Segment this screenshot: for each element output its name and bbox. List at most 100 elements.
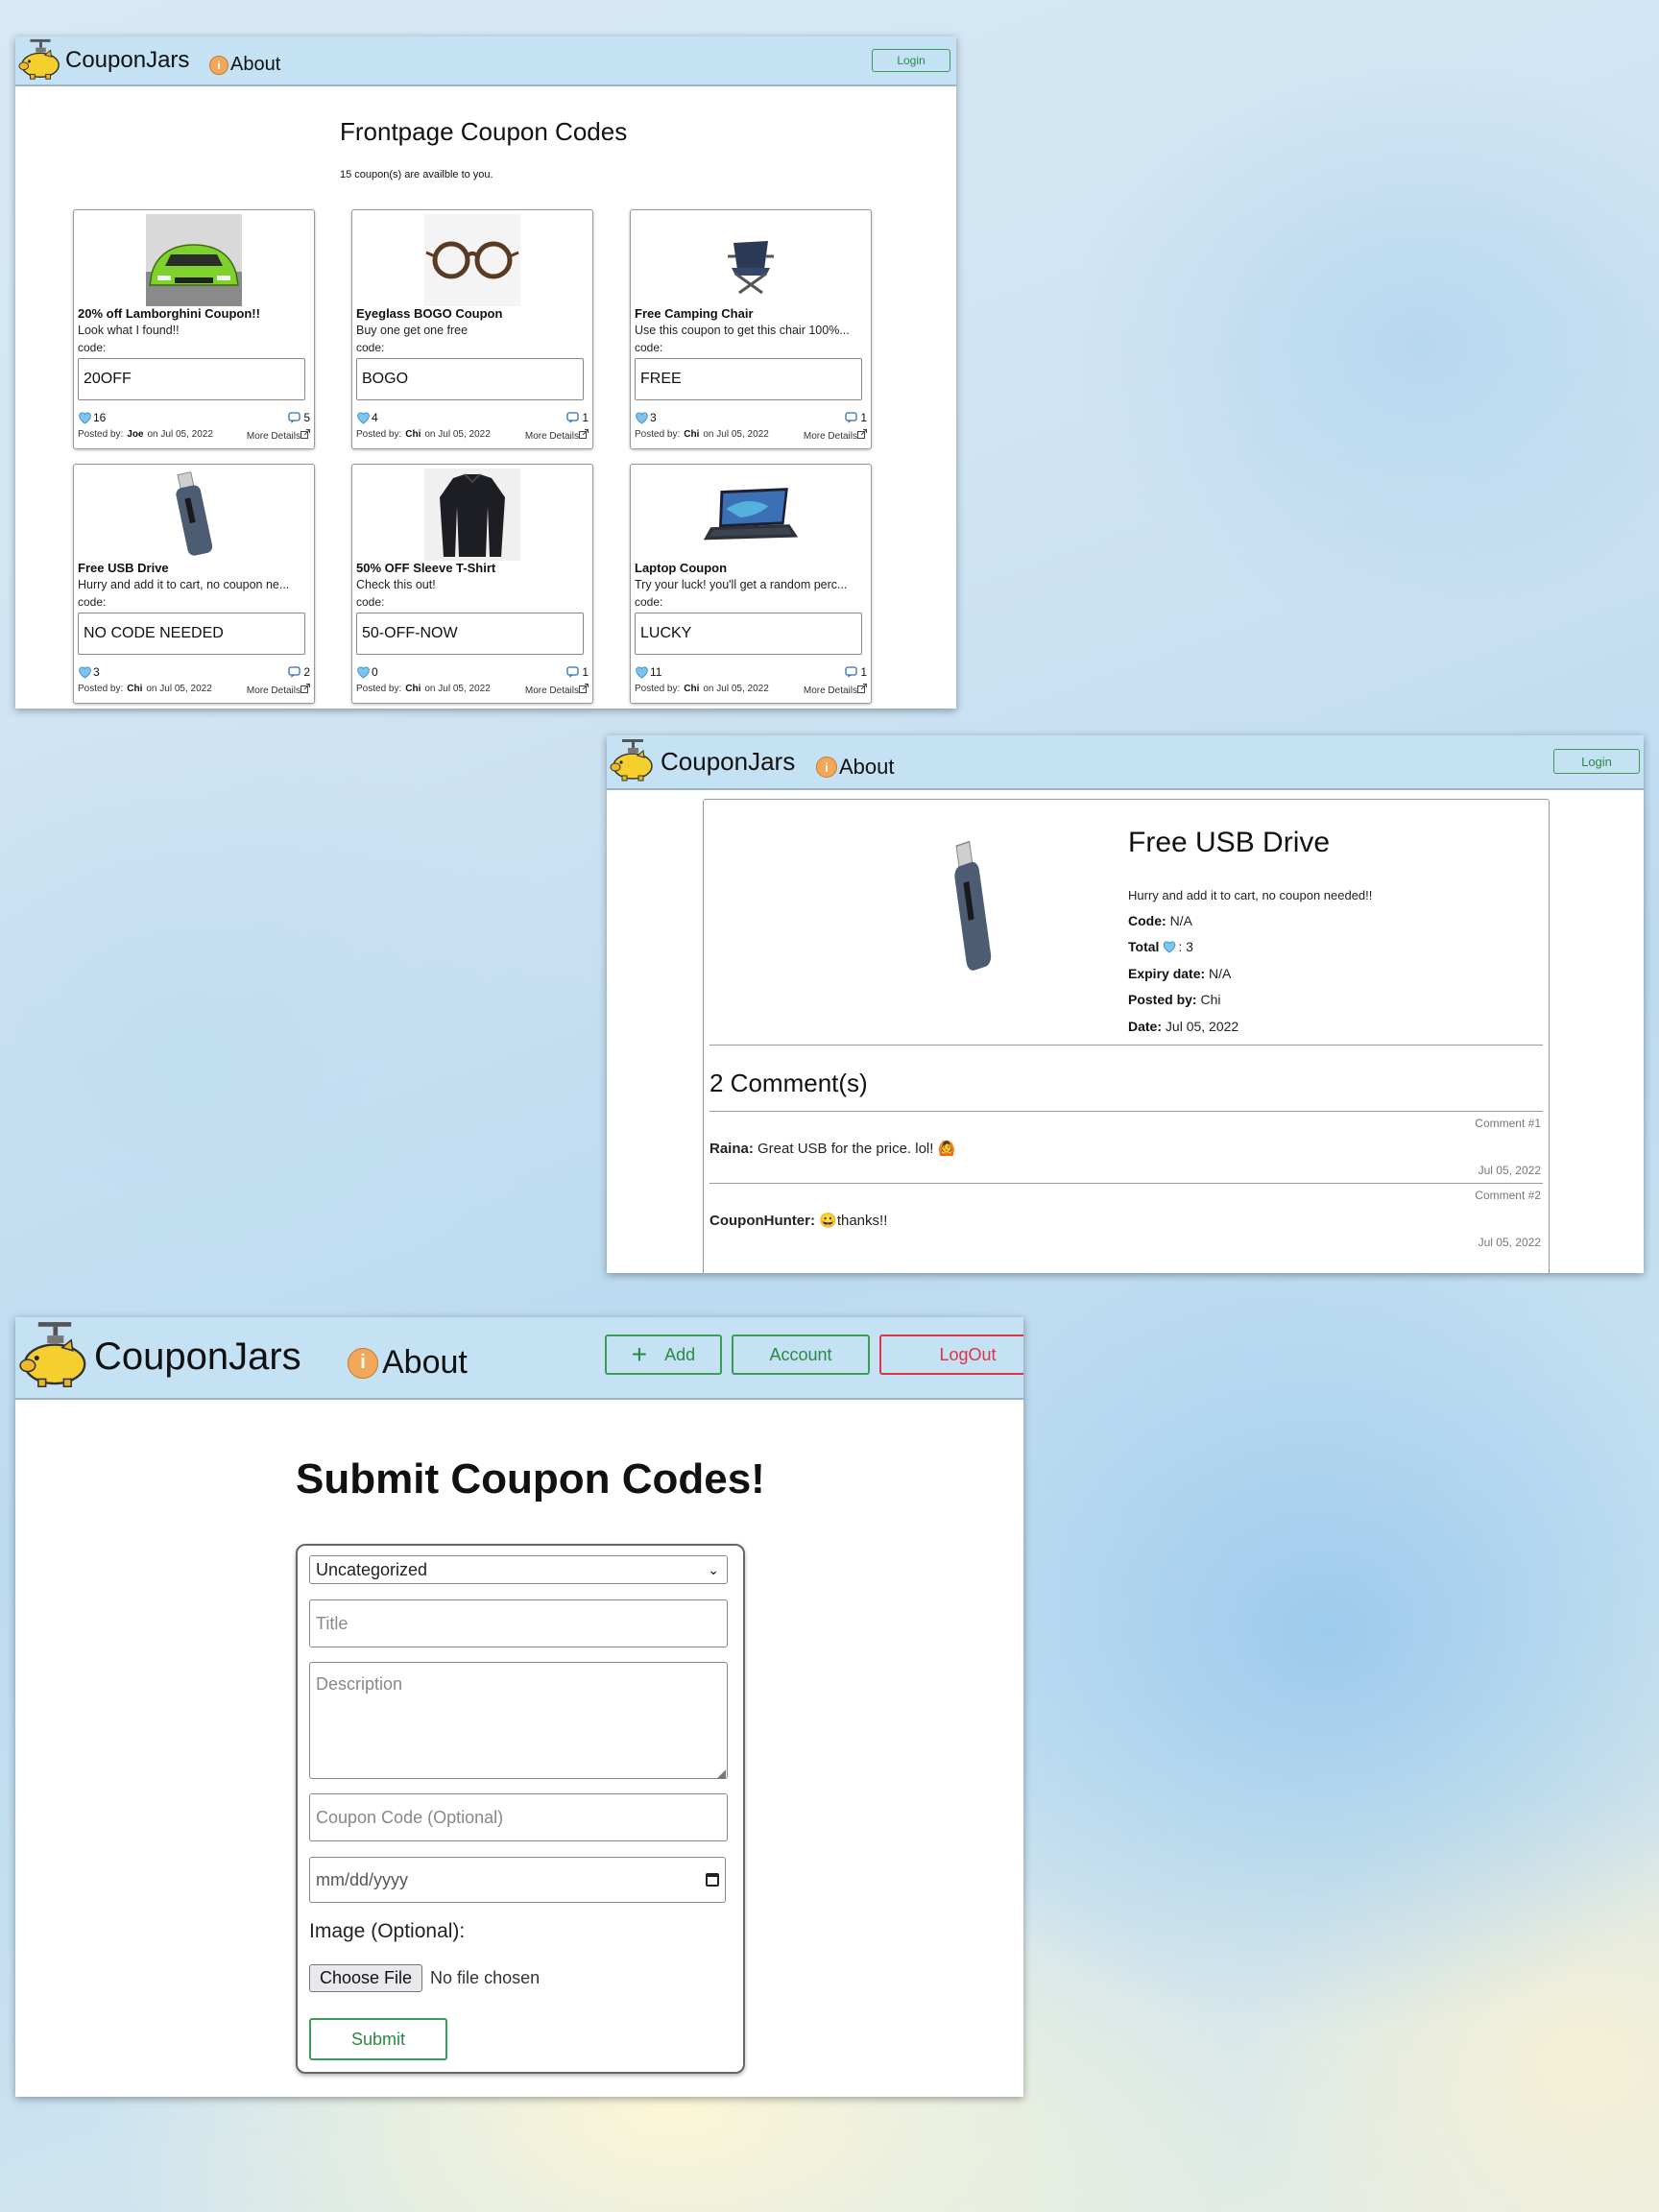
expiry-date-input[interactable]: mm/dd/yyyy	[309, 1857, 726, 1903]
posted-date: Jul 05, 2022	[438, 429, 491, 440]
camping-chair-image	[703, 214, 799, 306]
nav-about-link[interactable]: i About	[816, 755, 895, 780]
more-details-label: More Details	[803, 431, 857, 442]
date-value: Jul 05, 2022	[1165, 1019, 1239, 1034]
add-button[interactable]: + Add	[605, 1334, 722, 1375]
brand-link[interactable]: CouponJars	[17, 38, 189, 83]
like-button[interactable]: 16	[78, 411, 106, 424]
more-details-link[interactable]: More Details	[247, 429, 310, 442]
description-textarea[interactable]: Description ◢	[309, 1662, 728, 1780]
chevron-down-icon: ⌄	[708, 1561, 719, 1577]
login-button[interactable]: Login	[872, 49, 950, 72]
coupon-card[interactable]: Free USB Drive Hurry and add it to cart,…	[73, 464, 315, 704]
comment-user: CouponHunter:	[709, 1213, 815, 1229]
on-label: on	[424, 429, 436, 440]
comments-heading: 2 Comment(s)	[709, 1069, 868, 1097]
info-icon: i	[209, 55, 228, 75]
like-button[interactable]: 0	[356, 665, 378, 679]
coupon-meta: Posted by: Chi on Jul 05, 2022 More Deta…	[356, 429, 589, 442]
on-label: on	[146, 684, 157, 694]
submit-button[interactable]: Submit	[309, 2018, 447, 2060]
submit-label: Submit	[350, 2029, 406, 2049]
choose-file-button[interactable]: Choose File	[309, 1964, 423, 1992]
detail-code: Code: N/A	[1128, 913, 1192, 928]
posted-date: Jul 05, 2022	[438, 684, 491, 694]
black-shirt-image	[424, 469, 520, 561]
code-label: code:	[635, 341, 663, 354]
coupon-title: 50% OFF Sleeve T-Shirt	[356, 561, 496, 575]
date-label: Date:	[1128, 1019, 1163, 1034]
like-button[interactable]: 4	[356, 411, 378, 424]
nav-about-link[interactable]: i About	[348, 1344, 468, 1382]
coupon-code-field[interactable]: BOGO	[356, 358, 584, 400]
heart-icon	[357, 411, 370, 423]
brand-link[interactable]: CouponJars	[609, 737, 795, 785]
coupon-code-value: 20OFF	[84, 371, 132, 387]
more-details-link[interactable]: More Details	[804, 684, 867, 696]
coupon-count: 15 coupon(s) are availble to you.	[340, 169, 493, 180]
title-input[interactable]: Title	[309, 1599, 728, 1647]
logout-button[interactable]: LogOut	[879, 1334, 1023, 1375]
comment-count-badge: 1	[566, 411, 589, 424]
coupon-card[interactable]: Eyeglass BOGO Coupon Buy one get one fre…	[351, 209, 593, 449]
laptop-image	[698, 480, 804, 549]
on-label: on	[703, 429, 714, 440]
like-button[interactable]: 3	[78, 665, 100, 679]
external-link-icon	[857, 429, 867, 439]
comment-count: 1	[860, 411, 867, 424]
file-input[interactable]: Choose File No file chosen	[309, 1964, 540, 1992]
login-button[interactable]: Login	[1553, 749, 1640, 774]
like-count: 3	[93, 665, 100, 679]
posted-by-label: Posted by:	[78, 429, 124, 440]
coupon-card[interactable]: 50% OFF Sleeve T-Shirt Check this out! c…	[351, 464, 593, 704]
more-details-link[interactable]: More Details	[525, 429, 589, 442]
coupon-code-input[interactable]: Coupon Code (Optional)	[309, 1793, 728, 1841]
coupon-code-field[interactable]: FREE	[635, 358, 862, 400]
navbar: CouponJars i About Login	[607, 735, 1644, 790]
plus-icon: +	[631, 1339, 648, 1369]
coupon-card[interactable]: 20% off Lamborghini Coupon!! Look what I…	[73, 209, 315, 449]
coupon-card[interactable]: Laptop Coupon Try your luck! you'll get …	[630, 464, 872, 704]
coupon-code-field[interactable]: 50-OFF-NOW	[356, 613, 584, 655]
account-label: Account	[769, 1344, 832, 1364]
more-details-link[interactable]: More Details	[804, 429, 867, 442]
more-details-link[interactable]: More Details	[247, 684, 310, 696]
comment-count-badge: 1	[566, 665, 589, 679]
coupon-card[interactable]: Free Camping Chair Use this coupon to ge…	[630, 209, 872, 449]
posted-value: Chi	[1200, 992, 1221, 1007]
submit-screenshot: CouponJars i About + Add Account LogOut …	[15, 1317, 1023, 2097]
account-button[interactable]: Account	[732, 1334, 870, 1375]
comment-bubble-icon	[566, 665, 579, 679]
brand-link[interactable]: CouponJars	[17, 1319, 301, 1394]
like-button[interactable]: 11	[635, 665, 661, 679]
coupon-code-value: FREE	[640, 371, 682, 387]
calendar-icon[interactable]	[706, 1873, 719, 1887]
coupon-title: Free Camping Chair	[635, 306, 754, 321]
more-details-label: More Details	[524, 431, 579, 442]
coupon-meta: Posted by: Chi on Jul 05, 2022 More Deta…	[635, 684, 867, 696]
category-select[interactable]: Uncategorized ⌄	[309, 1555, 728, 1584]
posted-date: Jul 05, 2022	[716, 684, 769, 694]
coupon-code-field[interactable]: LUCKY	[635, 613, 862, 655]
coupon-code-value: 50-OFF-NOW	[362, 625, 458, 641]
about-label: About	[839, 755, 895, 779]
comment-bubble-icon	[845, 411, 857, 424]
coupon-code-value: LUCKY	[640, 625, 692, 641]
info-icon: i	[348, 1347, 378, 1379]
posted-by-user: Chi	[684, 429, 700, 440]
nav-about-link[interactable]: i About	[209, 54, 280, 76]
heart-icon	[79, 411, 91, 423]
coupon-code-value: BOGO	[362, 371, 409, 387]
comment-bubble-icon	[566, 411, 579, 424]
coupon-code-field[interactable]: NO CODE NEEDED	[78, 613, 305, 655]
resize-handle-icon[interactable]: ◢	[717, 1767, 726, 1780]
posted-by-user: Chi	[405, 684, 421, 694]
more-details-link[interactable]: More Details	[525, 684, 589, 696]
coupon-title: Free USB Drive	[78, 561, 169, 575]
coupon-meta: Posted by: Chi on Jul 05, 2022 More Deta…	[356, 684, 589, 696]
on-label: on	[703, 684, 714, 694]
frontpage-screenshot: CouponJars i About Login Frontpage Coupo…	[15, 36, 956, 709]
comment-text: 😀thanks!!	[819, 1213, 888, 1229]
coupon-code-field[interactable]: 20OFF	[78, 358, 305, 400]
like-button[interactable]: 3	[635, 411, 657, 424]
